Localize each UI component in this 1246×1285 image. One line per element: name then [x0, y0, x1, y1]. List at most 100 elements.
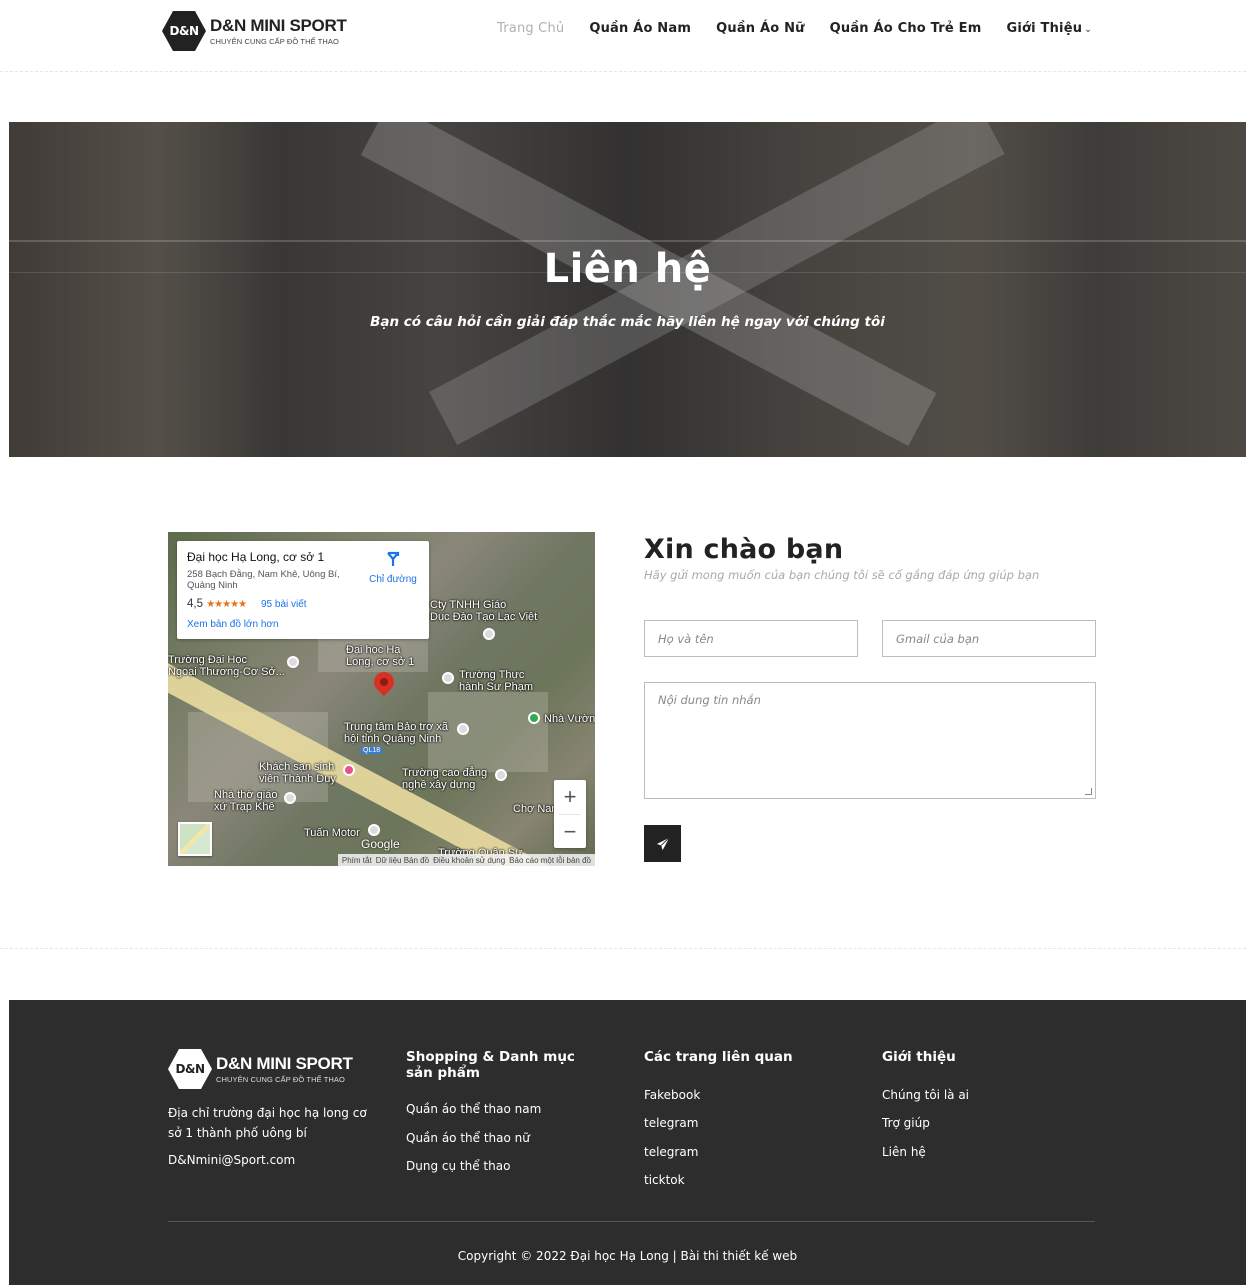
site-footer: D&N D&N MINI SPORT CHUYÊN CUNG CẤP ĐỒ TH… [9, 1000, 1246, 1285]
contact-title: Xin chào bạn [644, 534, 844, 565]
brand-name: D&N MINI SPORT [210, 15, 347, 35]
hero-banner: Liên hệ Bạn có câu hỏi cần giải đáp thắc… [9, 122, 1246, 457]
name-field [644, 620, 858, 657]
map-place-icon[interactable] [483, 628, 495, 640]
nav-men-clothing[interactable]: Quần Áo Nam [589, 21, 691, 36]
page-subtitle: Bạn có câu hỏi cần giải đáp thắc mắc hãy… [370, 314, 885, 330]
footer-address: Địa chỉ trường đại học hạ long cơ sở 1 t… [168, 1106, 367, 1140]
logo-hexagon-icon: D&N [162, 11, 206, 51]
larger-map-link[interactable]: Xem bản đồ lớn hơn [187, 619, 279, 630]
map-attribution: Phím tắt Dữ liệu Bản đồ Điều khoản sử dụ… [337, 854, 595, 866]
map-place-label[interactable]: Nhà thờ giáo xứ Trạp Khê [214, 789, 277, 813]
directions-label: Chỉ đường [369, 574, 417, 585]
hero-rail-decoration [9, 240, 1246, 242]
google-logo: Google [361, 837, 400, 851]
map-place-icon[interactable] [368, 824, 380, 836]
logo-hexagon-icon: D&N [168, 1049, 212, 1089]
zoom-in-button[interactable]: + [554, 780, 586, 814]
email-field [882, 620, 1096, 657]
footer-email[interactable]: D&Nmini@Sport.com [168, 1153, 295, 1167]
footer-link[interactable]: Dụng cụ thể thao [406, 1152, 606, 1181]
contact-form-section: Xin chào bạn Hãy gửi mong muốn của bạn c… [644, 532, 1096, 862]
church-icon[interactable] [284, 792, 296, 804]
map-place-icon[interactable] [287, 656, 299, 668]
map-place-title: Đại học Hạ Long, cơ sở 1 [187, 550, 325, 564]
page-title: Liên hệ [543, 246, 712, 292]
map-place-label[interactable]: Nhà Vườn [544, 713, 595, 726]
map-reviews-link[interactable]: 95 bài viết [261, 599, 307, 610]
google-map-embed[interactable]: Cty TNHH Giáo Dục Đào Tạo Lạc Việt Đại họ… [168, 532, 595, 866]
footer-column-related: Các trang liên quan Fakebook telegram te… [644, 1049, 844, 1195]
brand-name: D&N MINI SPORT [216, 1053, 353, 1073]
map-place-label[interactable]: Trường Đại Học Ngoại Thương-Cơ Sở... [168, 654, 285, 678]
footer-link[interactable]: telegram [644, 1138, 844, 1167]
map-place-label[interactable]: Trung tâm Bảo trợ xã hội tỉnh Quảng Ninh [344, 721, 448, 745]
name-input[interactable] [645, 621, 857, 656]
map-place-card: Đại học Hạ Long, cơ sở 1 258 Bạch Đằng, … [177, 541, 429, 639]
map-place-label[interactable]: Trường cao đẳng nghề xây dựng [402, 767, 487, 791]
map-place-icon[interactable] [528, 712, 540, 724]
nav-about-label: Giới Thiệu [1006, 21, 1083, 36]
footer-column-heading: Giới thiệu [882, 1049, 956, 1065]
footer-column-heading: Shopping & Danh mục sản phẩm [406, 1049, 575, 1081]
footer-link[interactable]: telegram [644, 1109, 844, 1138]
main-nav: Trang Chủ Quần Áo Nam Quần Áo Nữ Quần Áo… [497, 21, 1117, 36]
map-place-label[interactable]: Trường Thực hành Sư Phạm [459, 669, 533, 693]
map-road-label: QL18 [361, 747, 383, 755]
contact-subtitle: Hãy gửi mong muốn của bạn chúng tôi sẽ c… [644, 568, 1040, 582]
footer-column-shopping: Shopping & Danh mục sản phẩm Quần áo thể… [406, 1049, 606, 1181]
map-layer-toggle[interactable] [178, 822, 212, 856]
footer-column-heading: Các trang liên quan [644, 1049, 793, 1065]
footer-logo[interactable]: D&N D&N MINI SPORT CHUYÊN CUNG CẤP ĐỒ TH… [168, 1049, 353, 1089]
footer-link[interactable]: Quần áo thể thao nam [406, 1095, 606, 1124]
footer-divider [168, 1221, 1095, 1222]
map-zoom-control: + − [554, 780, 586, 848]
nav-kids-clothing[interactable]: Quần Áo Cho Trẻ Em [830, 21, 982, 36]
logo-text: D&N MINI SPORT CHUYÊN CUNG CẤP ĐỒ THỂ TH… [210, 17, 347, 46]
section-divider [0, 948, 1246, 949]
map-place-rating: 4,5 ★★★★★ [187, 598, 247, 610]
star-icon: ★★★★★ [206, 599, 247, 610]
chevron-down-icon: ⌄ [1084, 25, 1092, 35]
map-place-label[interactable]: Khách sạn sinh viên Thành Duy [259, 761, 336, 785]
map-footer-link[interactable]: Điều khoản sử dụng [433, 856, 505, 865]
map-footer-link[interactable]: Báo cáo một lỗi bản đồ [509, 856, 591, 865]
footer-link[interactable]: Liên hệ [882, 1138, 1082, 1167]
directions-button[interactable]: Chỉ đường [367, 551, 419, 585]
directions-icon [367, 551, 419, 571]
message-textarea[interactable] [645, 683, 1095, 798]
footer-column-about: Giới thiệu Chúng tôi là ai Trợ giúp Liên… [882, 1049, 1082, 1167]
map-place-label[interactable]: Đại học Hạ Long, cơ sở 1 [346, 644, 414, 668]
nav-about[interactable]: Giới Thiệu ⌄ [1006, 21, 1091, 36]
copyright-text: Copyright © 2022 Đại học Hạ Long | Bài t… [457, 1249, 798, 1263]
location-pin-icon[interactable] [369, 667, 399, 697]
map-place-label[interactable]: Tuấn Motor [304, 827, 360, 840]
footer-link[interactable]: ticktok [644, 1166, 844, 1195]
map-footer-link[interactable]: Dữ liệu Bản đồ [376, 856, 429, 865]
map-place-icon[interactable] [457, 723, 469, 735]
footer-link[interactable]: Fakebook [644, 1081, 844, 1110]
footer-link[interactable]: Quần áo thể thao nữ [406, 1124, 606, 1153]
brand-tagline: CHUYÊN CUNG CẤP ĐỒ THỂ THAO [210, 36, 339, 46]
map-place-icon[interactable] [495, 769, 507, 781]
map-place-address: 258 Bạch Đằng, Nam Khê, Uông Bí, Quảng N… [187, 569, 340, 592]
brand-tagline: CHUYÊN CUNG CẤP ĐỒ THỂ THAO [216, 1074, 345, 1084]
message-field [644, 682, 1096, 799]
footer-link[interactable]: Trợ giúp [882, 1109, 1082, 1138]
email-input[interactable] [883, 621, 1095, 656]
hotel-icon[interactable] [343, 764, 355, 776]
send-button[interactable] [644, 825, 681, 862]
nav-women-clothing[interactable]: Quần Áo Nữ [716, 21, 805, 36]
header-logo[interactable]: D&N D&N MINI SPORT CHUYÊN CUNG CẤP ĐỒ TH… [162, 11, 347, 51]
zoom-out-button[interactable]: − [554, 815, 586, 849]
resize-handle-icon[interactable] [1085, 788, 1092, 795]
map-place-icon[interactable] [442, 672, 454, 684]
footer-link[interactable]: Chúng tôi là ai [882, 1081, 1082, 1110]
logo-text: D&N MINI SPORT CHUYÊN CUNG CẤP ĐỒ THỂ TH… [216, 1055, 353, 1084]
map-footer-link[interactable]: Phím tắt [342, 856, 372, 865]
rating-value: 4,5 [187, 598, 203, 610]
paper-plane-icon [656, 837, 669, 850]
nav-home[interactable]: Trang Chủ [497, 21, 564, 36]
map-place-label[interactable]: Cty TNHH Giáo Dục Đào Tạo Lạc Việt [430, 599, 537, 623]
site-header: D&N D&N MINI SPORT CHUYÊN CUNG CẤP ĐỒ TH… [0, 0, 1246, 72]
